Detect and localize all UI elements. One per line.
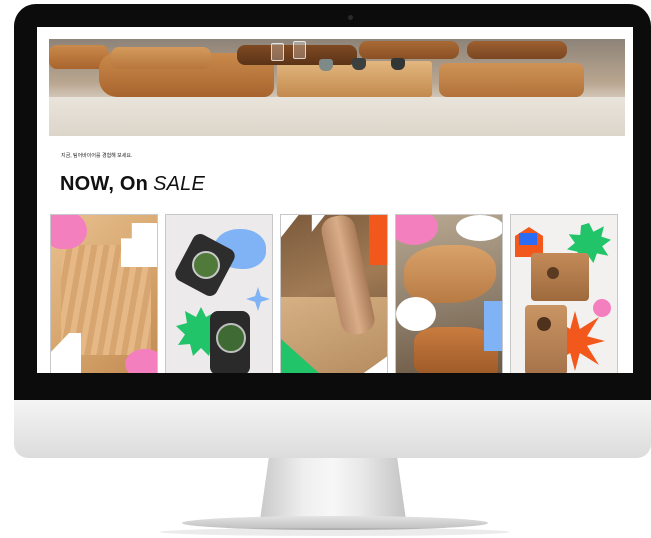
pink-flower-shape bbox=[593, 299, 611, 317]
sparkle-shape bbox=[246, 287, 270, 311]
monitor-shadow bbox=[160, 528, 510, 536]
product-card[interactable] bbox=[395, 214, 503, 373]
camera-icon bbox=[348, 15, 353, 20]
monitor-stand bbox=[260, 458, 406, 520]
wooden-box-image bbox=[525, 305, 567, 373]
wood-board bbox=[359, 41, 459, 59]
imac-mockup: 지금, 팀어바이어를 경험해 보세요. NOW, On SALE bbox=[0, 0, 651, 538]
website-screen: 지금, 팀어바이어를 경험해 보세요. NOW, On SALE bbox=[37, 27, 633, 373]
white-arrow-shape bbox=[281, 215, 325, 271]
orange-block-shape bbox=[369, 215, 387, 265]
headline-accent: SALE bbox=[153, 173, 206, 195]
page-subtitle: 지금, 팀어바이어를 경험해 보세요. bbox=[61, 153, 133, 159]
monitor-chin bbox=[14, 400, 651, 458]
glass bbox=[293, 41, 306, 59]
white-arrow-shape bbox=[51, 333, 81, 373]
box-hole bbox=[547, 267, 559, 279]
box-hole bbox=[537, 317, 551, 331]
product-card[interactable] bbox=[165, 214, 273, 373]
pink-cloud-shape bbox=[125, 349, 157, 373]
white-block-shape bbox=[121, 223, 157, 267]
cup bbox=[352, 58, 366, 70]
wood-board bbox=[467, 41, 567, 59]
wood-slab-image bbox=[404, 245, 496, 303]
blue-block-shape bbox=[484, 301, 502, 351]
glass bbox=[271, 43, 284, 61]
product-card[interactable] bbox=[50, 214, 158, 373]
blue-shape bbox=[519, 233, 537, 245]
wood-board bbox=[439, 63, 584, 97]
bottle-label bbox=[192, 251, 220, 279]
page-title: NOW, On SALE bbox=[60, 173, 205, 196]
cup bbox=[319, 59, 333, 71]
white-cloud-shape bbox=[396, 297, 436, 331]
cup bbox=[391, 58, 405, 70]
wooden-box-image bbox=[531, 253, 589, 301]
white-cloud-shape bbox=[456, 215, 502, 241]
pink-cloud-shape bbox=[396, 215, 438, 245]
pink-blob-shape bbox=[51, 215, 87, 249]
product-card[interactable] bbox=[280, 214, 388, 373]
table-cloth bbox=[49, 97, 625, 136]
product-card[interactable] bbox=[510, 214, 618, 373]
wood-board bbox=[111, 47, 211, 69]
product-grid bbox=[50, 214, 624, 373]
bottle-label bbox=[216, 323, 246, 353]
hero-banner[interactable] bbox=[49, 39, 625, 136]
headline-main: NOW, On bbox=[60, 173, 149, 195]
